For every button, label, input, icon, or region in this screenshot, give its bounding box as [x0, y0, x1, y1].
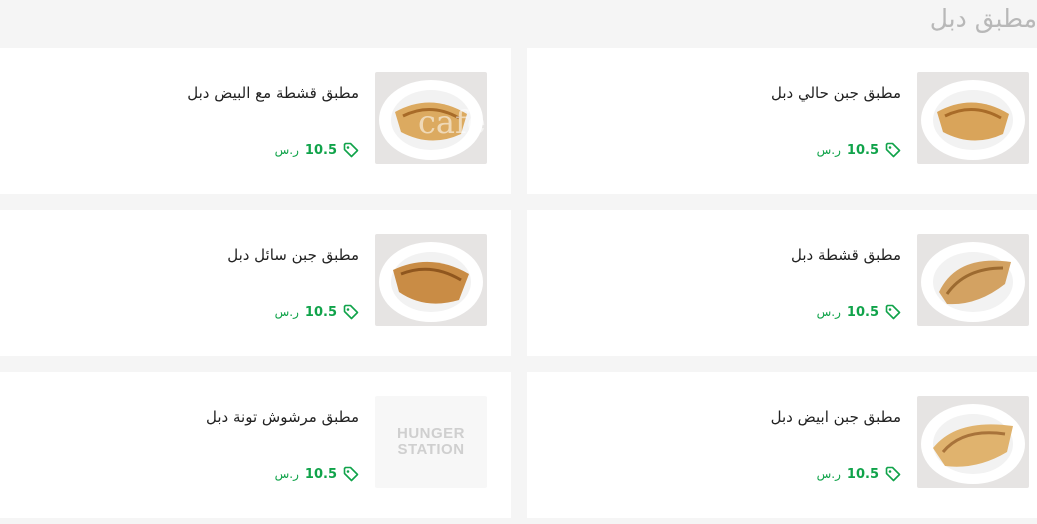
tag-icon — [343, 142, 359, 158]
menu-item-card[interactable]: مطبق قشطة مع البيض دبل 10.5 ر.س — [0, 48, 511, 194]
price-currency: ر.س — [274, 305, 299, 319]
tag-icon — [885, 466, 901, 482]
item-price: 10.5 ر.س — [275, 466, 359, 482]
price-currency: ر.س — [816, 305, 841, 319]
item-name: مطبق جبن ابيض دبل — [770, 408, 901, 426]
menu-item-card[interactable]: مطبق قشطة دبل 10.5 ر.س — [527, 210, 1037, 356]
item-price: 10.5 ر.س — [817, 304, 901, 320]
price-value: 10.5 — [304, 466, 337, 482]
price-currency: ر.س — [274, 467, 299, 481]
price-value: 10.5 — [304, 142, 337, 158]
price-currency: ر.س — [816, 467, 841, 481]
item-name: مطبق جبن سائل دبل — [227, 246, 359, 264]
item-photo — [375, 234, 487, 326]
item-name: مطبق قشطة دبل — [790, 246, 901, 264]
section-title: مطبق دبل — [929, 4, 1037, 33]
menu-item-card[interactable]: مطبق جبن سائل دبل 10.5 ر.س — [0, 210, 511, 356]
price-value: 10.5 — [846, 142, 879, 158]
tag-icon — [343, 466, 359, 482]
item-name: مطبق مرشوش تونة دبل — [206, 408, 359, 426]
price-value: 10.5 — [846, 304, 879, 320]
placeholder-line-2: STATION — [397, 441, 465, 458]
menu-item-card[interactable]: مطبق جبن حالي دبل 10.5 ر.س — [527, 48, 1037, 194]
item-price: 10.5 ر.س — [817, 466, 901, 482]
item-photo — [917, 234, 1029, 326]
item-price: 10.5 ر.س — [817, 142, 901, 158]
price-value: 10.5 — [304, 304, 337, 320]
item-name: مطبق قشطة مع البيض دبل — [187, 84, 359, 102]
item-photo — [917, 72, 1029, 164]
tag-icon — [885, 142, 901, 158]
hunger-station-placeholder: HUNGER STATION — [375, 396, 487, 488]
tag-icon — [885, 304, 901, 320]
price-value: 10.5 — [846, 466, 879, 482]
item-price: 10.5 ر.س — [275, 304, 359, 320]
menu-item-card[interactable]: مطبق جبن ابيض دبل 10.5 ر.س — [527, 372, 1037, 518]
price-currency: ر.س — [816, 143, 841, 157]
item-price: 10.5 ر.س — [275, 142, 359, 158]
item-photo — [375, 72, 487, 164]
tag-icon — [343, 304, 359, 320]
placeholder-line-1: HUNGER — [396, 425, 465, 442]
item-photo — [917, 396, 1029, 488]
menu-item-card[interactable]: HUNGER STATION مطبق مرشوش تونة دبل 10.5 … — [0, 372, 511, 518]
item-name: مطبق جبن حالي دبل — [770, 84, 901, 102]
price-currency: ر.س — [274, 143, 299, 157]
